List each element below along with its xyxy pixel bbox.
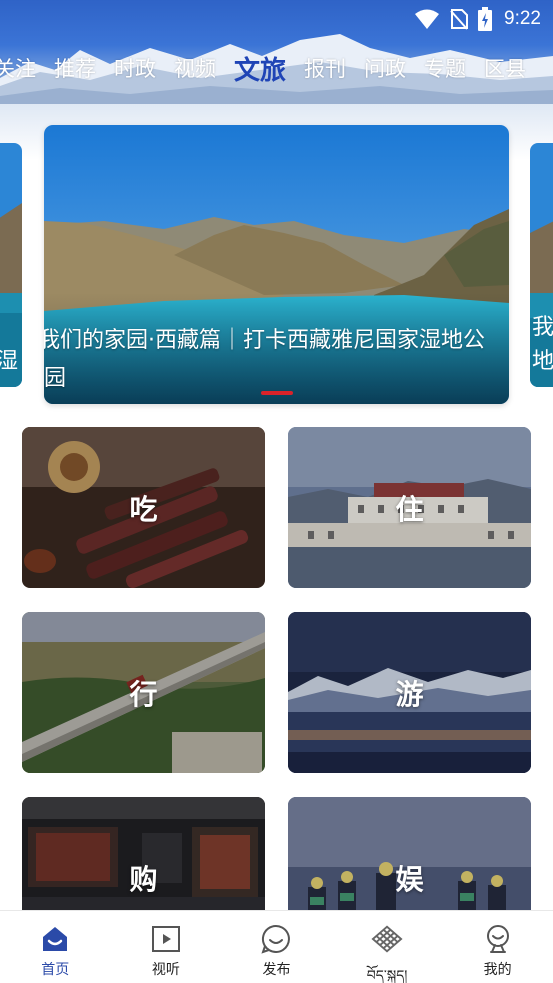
category-label-tour: 游 [395,677,424,711]
nav-label-publish: 发布 [262,962,291,978]
battery-charging-icon [478,7,493,31]
category-label-shop: 购 [129,862,158,896]
tab-channel-2[interactable]: 时政 [114,53,156,83]
no-sim-icon [450,9,469,30]
tab-channel-0[interactable]: 关注 [0,53,36,83]
category-label-stay: 住 [395,492,424,526]
bottom-navigation: 首页 视听 发布 བོད་སྐད། 我的 [0,910,553,983]
banner-next-caption: 我们 地公 [532,315,553,374]
tab-channel-8[interactable]: 区县 [484,53,526,83]
nav-label-profile: 我的 [483,962,512,978]
banner-caption: 我们的家园·西藏篇｜打卡西藏雅尼国家湿地公园 [44,328,485,391]
tab-channel-4[interactable]: 文旅 [234,50,286,87]
status-time: 9:22 [504,8,541,29]
video-play-icon [150,923,182,955]
banner-main-slide[interactable]: 我们的家园·西藏篇｜打卡西藏雅尼国家湿地公园 [44,125,509,404]
home-icon [39,923,71,955]
nav-item-tibetan[interactable]: བོད་སྐད། [332,911,442,983]
category-label-eat: 吃 [129,492,158,526]
tab-channel-6[interactable]: 问政 [364,53,406,83]
endless-knot-icon [371,923,403,955]
status-bar: 9:22 [0,0,553,38]
smile-chat-icon [260,923,292,955]
tab-channel-3[interactable]: 视频 [174,53,216,83]
banner-next-slide[interactable]: 我们 地公 [530,143,553,387]
category-tile-eat[interactable]: 吃 [22,427,265,588]
tab-channel-1[interactable]: 推荐 [54,53,96,83]
nav-item-home[interactable]: 首页 [0,911,110,979]
banner-previous-caption: 湿 [0,349,18,374]
category-tile-stay[interactable]: 住 [288,427,531,588]
carousel-indicator [261,391,293,395]
category-tile-travel[interactable]: 行 [22,612,265,773]
tab-channel-5[interactable]: 报刊 [304,53,346,83]
status-icons: 9:22 [414,6,541,32]
banner-previous-slide[interactable]: 湿 [0,143,22,387]
category-label-entertain: 娱 [395,862,424,896]
profile-icon [482,923,514,955]
category-label-travel: 行 [129,677,158,711]
nav-label-home: 首页 [41,962,70,978]
channel-tab-bar: 关注 推荐 时政 视频 文旅 报刊 问政 专题 区县 [0,50,544,86]
tab-channel-7[interactable]: 专题 [424,53,466,83]
nav-label-tibetan: བོད་སྐད། [366,968,408,983]
category-tile-tour[interactable]: 游 [288,612,531,773]
nav-item-publish[interactable]: 发布 [221,911,331,979]
wifi-icon [415,9,440,29]
nav-item-profile[interactable]: 我的 [443,911,553,979]
nav-item-media[interactable]: 视听 [111,911,221,979]
nav-label-media: 视听 [151,962,180,978]
